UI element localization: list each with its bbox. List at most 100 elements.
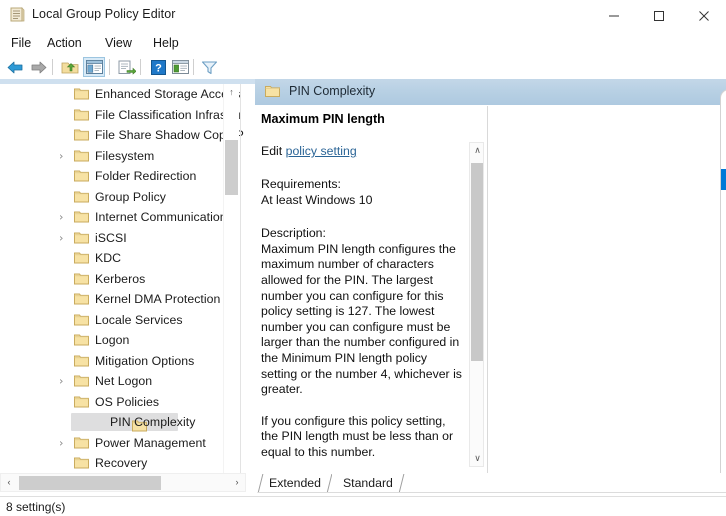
setting-row-maximum-pin-length[interactable]: Maximum PIN length — [721, 169, 726, 190]
tree-item-power-management[interactable]: › Power Management — [0, 433, 235, 454]
tree-horizontal-scrollbar[interactable]: ‹ › — [0, 473, 246, 492]
chevron-right-icon[interactable]: › — [59, 212, 69, 223]
tree-item-file-share-shadow-copy-provider[interactable]: File Share Shadow Copy P — [0, 125, 235, 146]
policy-setting-link[interactable]: policy setting — [286, 144, 357, 158]
chevron-right-icon[interactable]: › — [59, 232, 69, 243]
menu-help[interactable]: Help — [148, 34, 184, 52]
export-list-icon[interactable] — [116, 57, 138, 77]
description-paragraph-2-block: If you configure this policy setting, th… — [261, 414, 462, 461]
tree-item-enhanced-storage-access[interactable]: Enhanced Storage Access — [0, 84, 235, 105]
close-button[interactable] — [681, 0, 726, 31]
folder-icon — [74, 129, 89, 142]
tree-item-filesystem[interactable]: › Filesystem — [0, 146, 235, 167]
setting-row-expiration[interactable]: Expiration — [721, 210, 726, 231]
setting-row-require-lowercase-letters[interactable]: Require lowercase letters — [721, 149, 726, 170]
tree-item-label: Mitigation Options — [95, 354, 194, 368]
setting-row-require-uppercase-letters[interactable]: Require uppercase letters — [721, 272, 726, 293]
window-controls — [591, 0, 726, 31]
folder-icon — [74, 457, 89, 470]
folder-icon — [74, 231, 89, 244]
back-arrow-icon[interactable] — [4, 57, 26, 77]
tree-item-label: Group Policy — [95, 190, 166, 204]
status-text: 8 setting(s) — [6, 500, 65, 514]
setting-row-history[interactable]: History — [721, 231, 726, 252]
tree-pane-divider — [240, 84, 241, 486]
tree-item-file-classification-infrastructure[interactable]: File Classification Infrastru — [0, 105, 235, 126]
tree-hscrollbar-thumb[interactable] — [19, 476, 161, 490]
menu-view[interactable]: View — [100, 34, 137, 52]
minimize-button[interactable] — [591, 0, 636, 31]
tree-item-group-policy[interactable]: Group Policy — [0, 187, 235, 208]
tree-item-label: Net Logon — [95, 374, 152, 388]
tree-item-os-policies[interactable]: OS Policies — [0, 392, 235, 413]
tab-standard[interactable]: Standard — [332, 473, 404, 492]
maximize-button[interactable] — [636, 0, 681, 31]
tree-item-label: iSCSI — [95, 231, 127, 245]
tree-item-label: Locale Services — [95, 313, 183, 327]
show-hide-tree-icon[interactable] — [83, 57, 105, 77]
chevron-right-icon[interactable]: › — [59, 437, 69, 448]
folder-icon — [74, 293, 89, 306]
scroll-right-arrow-icon[interactable]: › — [229, 474, 245, 490]
help-icon[interactable]: ? — [147, 57, 169, 77]
tree-item-mitigation-options[interactable]: Mitigation Options — [0, 351, 235, 372]
scroll-up-arrow-icon[interactable]: ↑ — [224, 84, 239, 99]
console-tree-list: Enhanced Storage Access File Classificat… — [0, 84, 235, 486]
folder-icon — [74, 252, 89, 265]
up-folder-icon[interactable] — [59, 57, 81, 77]
tree-item-pin-complexity[interactable]: PIN Complexity — [0, 412, 235, 433]
extended-pane-scrollbar[interactable]: ∧ ∨ — [469, 142, 484, 467]
window-title: Local Group Policy Editor — [32, 7, 176, 21]
setting-row-require-special-characters[interactable]: Require special characters — [721, 251, 726, 272]
menu-file[interactable]: File — [6, 34, 36, 52]
scroll-left-arrow-icon[interactable]: ‹ — [1, 474, 17, 490]
setting-row-require-digits[interactable]: Require digits — [721, 128, 726, 149]
scroll-down-arrow-icon[interactable]: ∨ — [470, 451, 485, 466]
description-paragraph-2: If you configure this policy setting, th… — [261, 414, 462, 461]
requirements-value: At least Windows 10 — [261, 193, 462, 209]
menu-bar: File Action View Help — [0, 31, 726, 55]
settings-list: Require digits Require lowercase letters… — [721, 128, 726, 292]
tree-item-logon[interactable]: Logon — [0, 330, 235, 351]
filter-icon[interactable] — [198, 57, 220, 77]
tree-item-kerberos[interactable]: Kerberos — [0, 269, 235, 290]
forward-arrow-icon[interactable] — [28, 57, 50, 77]
tree-item-net-logon[interactable]: › Net Logon — [0, 371, 235, 392]
title-bar: Local Group Policy Editor — [0, 0, 726, 32]
properties-icon[interactable] — [169, 57, 191, 77]
folder-icon — [74, 88, 89, 101]
folder-icon — [74, 375, 89, 388]
tree-item-internet-communication[interactable]: › Internet Communication — [0, 207, 235, 228]
tree-item-label: Kerberos — [95, 272, 145, 286]
tree-scrollbar-thumb[interactable] — [225, 140, 238, 195]
settings-column-header[interactable]: Setting — [721, 106, 726, 128]
scroll-up-arrow-icon[interactable]: ∧ — [470, 143, 485, 158]
chevron-right-icon[interactable]: › — [59, 150, 69, 161]
setting-title: Maximum PIN length — [261, 112, 462, 127]
tree-item-kdc[interactable]: KDC — [0, 248, 235, 269]
tree-item-iscsi[interactable]: › iSCSI — [0, 228, 235, 249]
edit-policy-line: Edit policy setting — [261, 144, 462, 159]
tree-item-label: Internet Communication — [95, 210, 227, 224]
tree-vertical-scrollbar[interactable]: ↑ ∨ — [223, 84, 239, 486]
requirements-block: Requirements: At least Windows 10 — [261, 177, 462, 208]
menu-action[interactable]: Action — [42, 34, 87, 52]
tab-edge-left — [258, 474, 264, 493]
chevron-right-icon[interactable]: › — [59, 376, 69, 387]
folder-icon — [74, 211, 89, 224]
tree-item-label: KDC — [95, 251, 121, 265]
toolbar-separator-2 — [109, 59, 110, 75]
toolbar-separator-1 — [52, 59, 53, 75]
tab-extended[interactable]: Extended — [258, 473, 332, 492]
tree-item-recovery[interactable]: Recovery — [0, 453, 235, 474]
tree-item-kernel-dma-protection[interactable]: Kernel DMA Protection — [0, 289, 235, 310]
main-body: Enhanced Storage Access File Classificat… — [0, 79, 726, 496]
tree-item-locale-services[interactable]: Locale Services — [0, 310, 235, 331]
tree-item-label: Folder Redirection — [95, 169, 196, 183]
result-pane-divider — [487, 106, 488, 491]
tree-item-folder-redirection[interactable]: Folder Redirection — [0, 166, 235, 187]
folder-icon — [74, 149, 89, 162]
extended-scrollbar-thumb[interactable] — [471, 163, 483, 361]
folder-icon — [74, 170, 89, 183]
setting-row-minimum-pin-length[interactable]: Minimum PIN length — [721, 190, 726, 211]
